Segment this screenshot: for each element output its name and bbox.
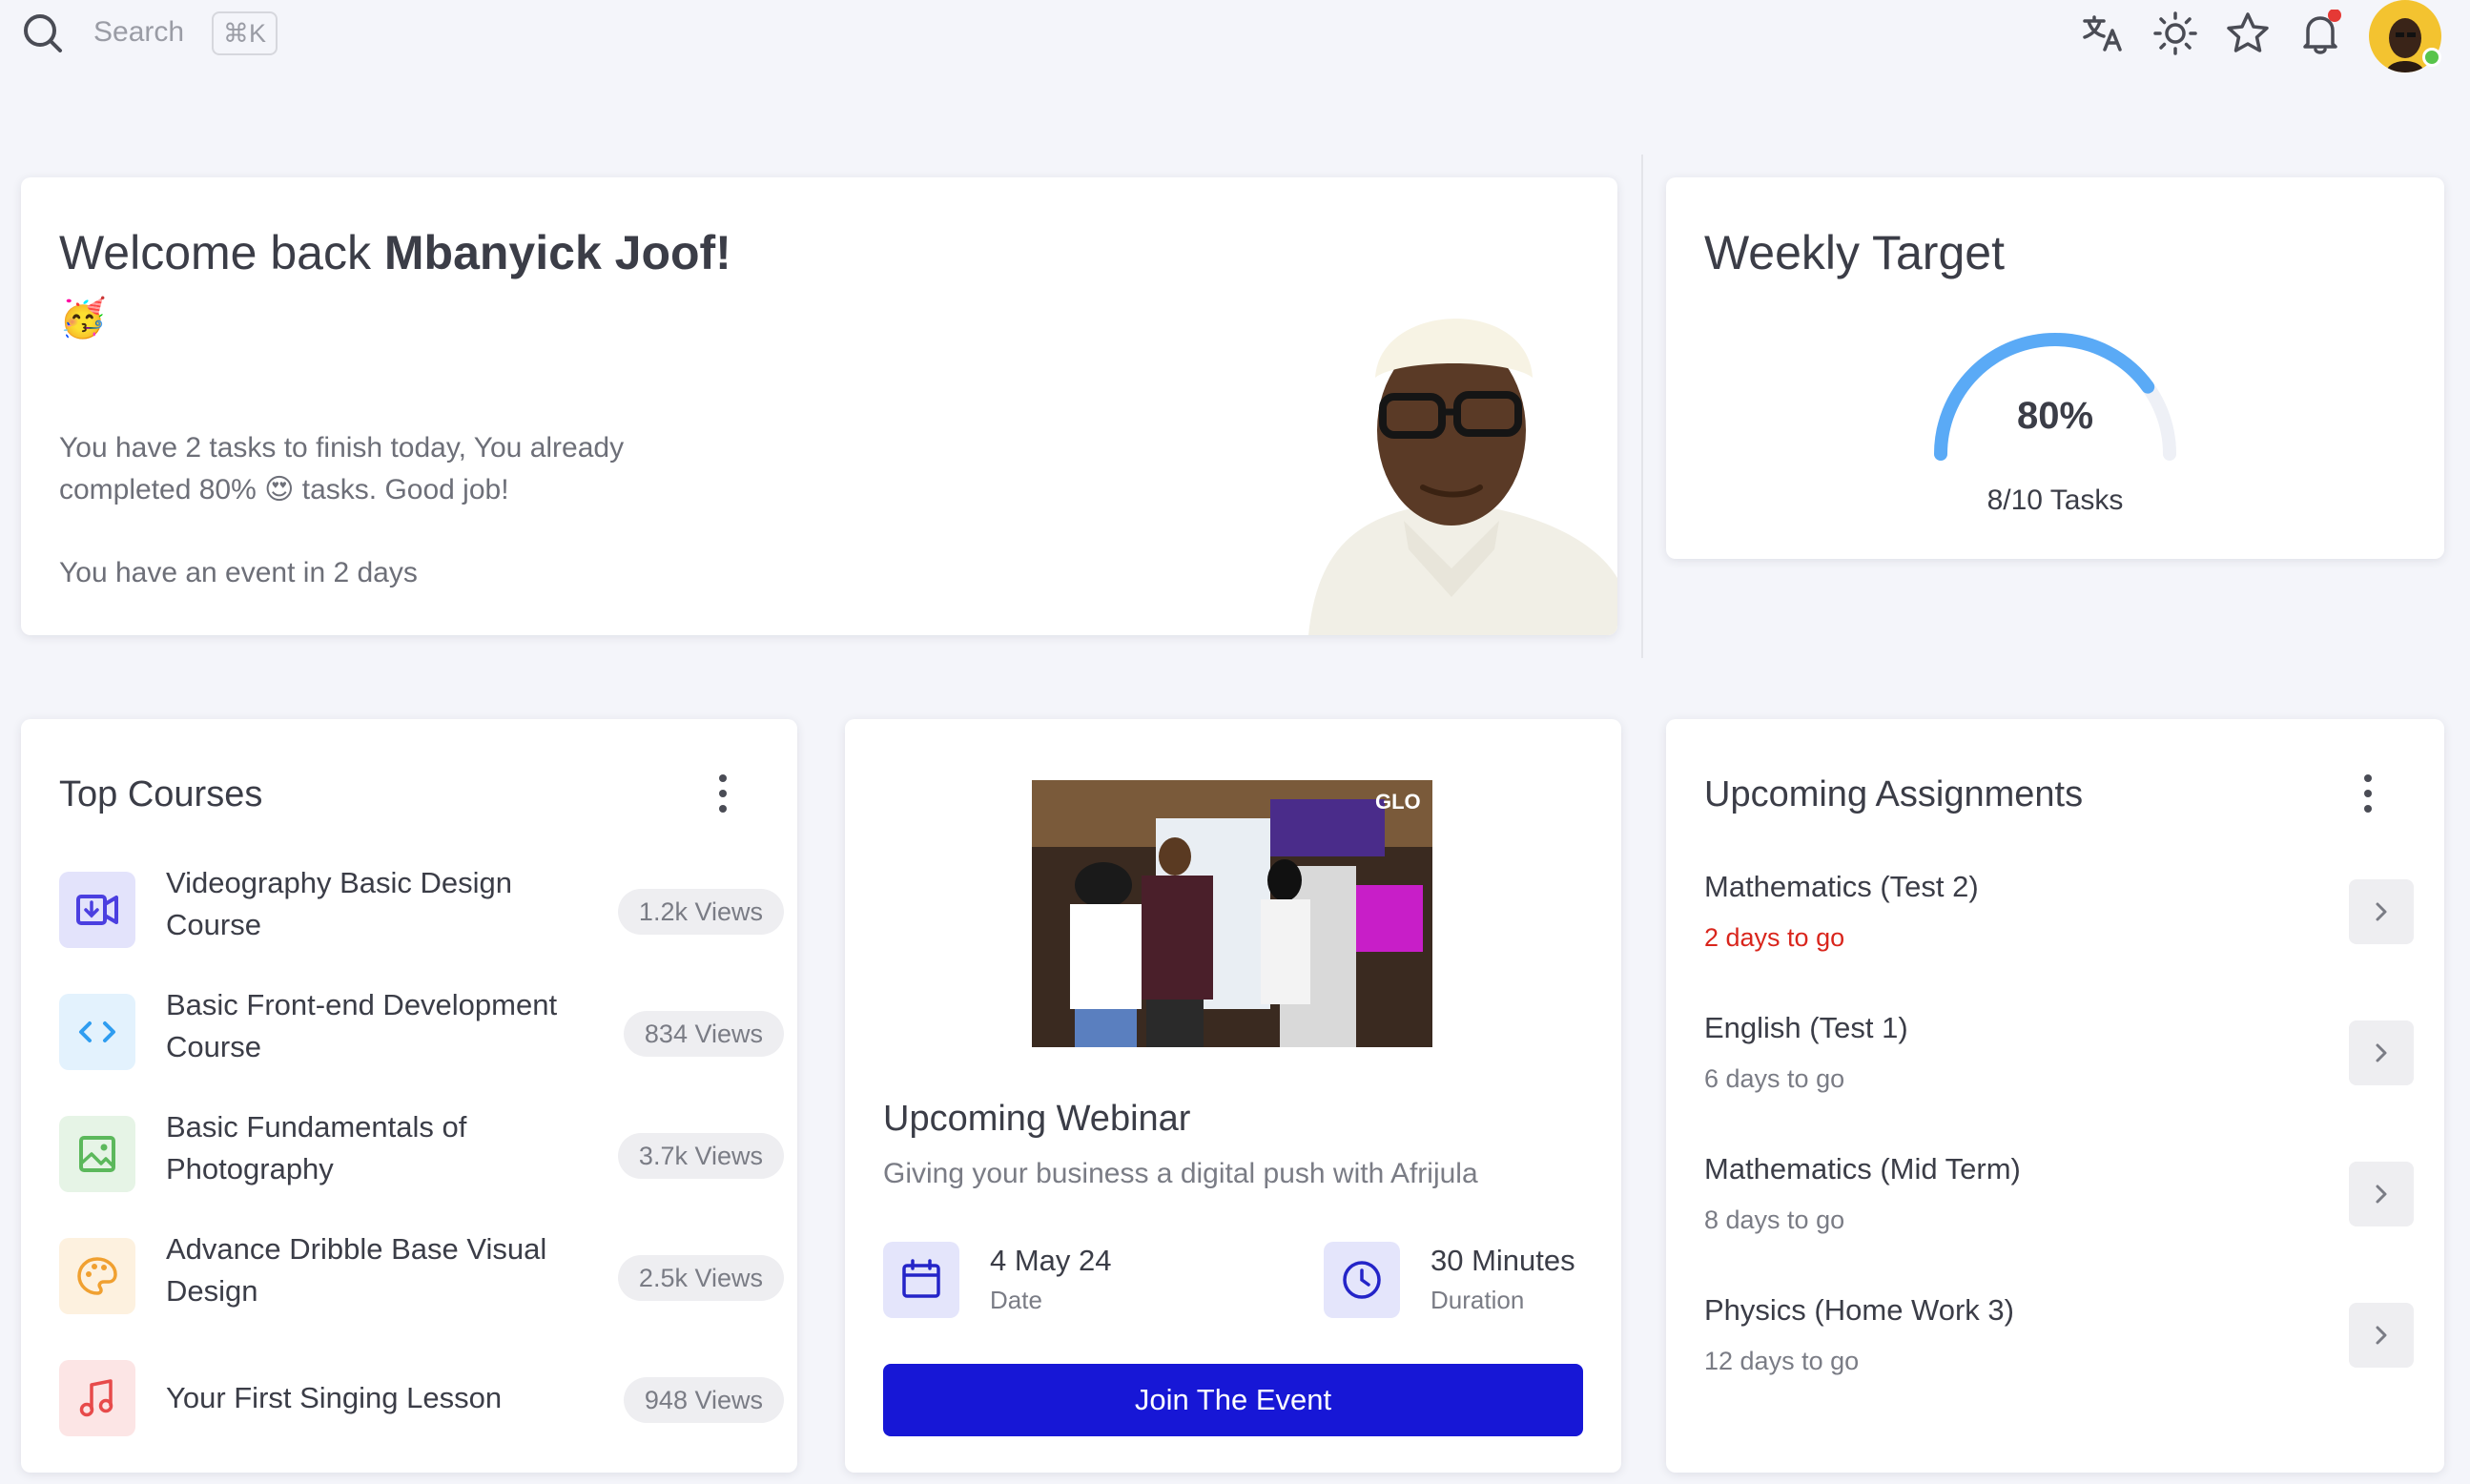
views-badge: 2.5k Views <box>617 1255 784 1301</box>
greeting-text: Welcome back <box>59 226 371 279</box>
date-label: Date <box>990 1286 1042 1314</box>
sun-icon[interactable] <box>2151 10 2199 57</box>
more-options-icon[interactable] <box>713 771 732 816</box>
upcoming-webinar-card: GLO Upcoming Webinar Giving your busines… <box>845 719 1621 1473</box>
top-courses-card: Top Courses Videography Basic Design Cou… <box>21 719 797 1473</box>
weekly-target-title: Weekly Target <box>1704 226 2005 279</box>
course-name: Advance Dribble Base Visual Design <box>166 1232 547 1308</box>
chevron-right-icon <box>2376 1185 2387 1204</box>
banner-text: GLO <box>1375 790 1421 814</box>
music-icon <box>59 1360 135 1436</box>
course-item[interactable]: Basic Fundamentals of Photography 3.7k V… <box>59 1106 784 1202</box>
duration-label: Duration <box>1431 1286 1525 1314</box>
course-name: Basic Front-end Development Course <box>166 988 558 1063</box>
views-badge: 948 Views <box>623 1377 784 1423</box>
assignment-due: 2 days to go <box>1704 923 1845 952</box>
welcome-card: Welcome back Mbanyick Joof! 🥳 You have 2… <box>21 177 1617 635</box>
online-status-dot <box>2422 48 2441 67</box>
chevron-right-icon <box>2376 1043 2387 1062</box>
weekly-target-card: Weekly Target 80% 8/10 Tasks <box>1666 177 2444 559</box>
course-name: Videography Basic Design Course <box>166 866 513 941</box>
upcoming-assignments-card: Upcoming Assignments Mathematics (Test 2… <box>1666 719 2444 1473</box>
assignment-name: Physics (Home Work 3) <box>1704 1293 2014 1327</box>
assignment-open-button[interactable] <box>2349 1162 2414 1226</box>
chevron-right-icon <box>2376 902 2387 921</box>
assignment-name: Mathematics (Test 2) <box>1704 870 1979 903</box>
webinar-duration: 30 Minutes <box>1431 1244 1575 1277</box>
section-divider <box>1641 155 1643 658</box>
translate-icon[interactable] <box>2079 10 2127 57</box>
assignment-due: 8 days to go <box>1704 1206 1845 1234</box>
more-options-icon[interactable] <box>2358 771 2377 816</box>
assignment-item: Mathematics (Test 2) 2 days to go <box>1704 870 2414 984</box>
assignment-open-button[interactable] <box>2349 1303 2414 1368</box>
star-icon[interactable] <box>2224 10 2272 57</box>
course-name: Basic Fundamentals of Photography <box>166 1110 467 1185</box>
bell-icon[interactable] <box>2296 10 2344 57</box>
search-icon[interactable] <box>19 10 65 55</box>
chevron-right-icon <box>2376 1326 2387 1345</box>
party-emoji: 🥳 <box>59 298 107 340</box>
search-input[interactable]: Search <box>93 16 184 49</box>
top-bar: Search ⌘K <box>0 0 2470 72</box>
tasks-message: You have 2 tasks to finish today, You al… <box>59 432 625 505</box>
assignment-item: Mathematics (Mid Term) 8 days to go <box>1704 1152 2414 1267</box>
views-badge: 3.7k Views <box>617 1133 784 1179</box>
event-message: You have an event in 2 days <box>59 557 418 588</box>
assignment-item: Physics (Home Work 3) 12 days to go <box>1704 1293 2414 1408</box>
search-shortcut-badge: ⌘K <box>212 11 278 55</box>
course-name: Your First Singing Lesson <box>166 1381 503 1414</box>
assignment-due: 12 days to go <box>1704 1347 1860 1375</box>
calendar-icon <box>883 1242 959 1318</box>
clock-icon <box>1324 1242 1400 1318</box>
welcome-heading: Welcome back Mbanyick Joof! <box>59 225 731 280</box>
assignment-item: English (Test 1) 6 days to go <box>1704 1011 2414 1125</box>
webinar-title: Upcoming Webinar <box>883 1099 1191 1139</box>
assignment-open-button[interactable] <box>2349 1020 2414 1085</box>
target-percent: 80% <box>2016 395 2094 437</box>
target-progress-gauge <box>1934 333 2176 461</box>
course-item[interactable]: Your First Singing Lesson 948 Views <box>59 1350 784 1446</box>
views-badge: 834 Views <box>623 1011 784 1057</box>
webinar-event-photo: GLO <box>1032 780 1432 1047</box>
course-item[interactable]: Advance Dribble Base Visual Design 2.5k … <box>59 1228 784 1324</box>
target-tasks-count: 8/10 Tasks <box>1986 484 2124 516</box>
user-portrait-image <box>1289 254 1617 635</box>
join-event-button[interactable]: Join The Event <box>883 1364 1583 1436</box>
top-courses-title: Top Courses <box>59 774 263 814</box>
palette-icon <box>59 1238 135 1314</box>
assignment-name: Mathematics (Mid Term) <box>1704 1152 2021 1185</box>
image-icon <box>59 1116 135 1192</box>
assignment-due: 6 days to go <box>1704 1064 1845 1093</box>
course-item[interactable]: Basic Front-end Development Course 834 V… <box>59 984 784 1080</box>
video-icon <box>59 872 135 948</box>
assignment-open-button[interactable] <box>2349 879 2414 944</box>
heart-eyes-emoji: 😍 <box>264 474 295 505</box>
webinar-subtitle: Giving your business a digital push with… <box>883 1158 1478 1189</box>
user-name: Mbanyick Joof! <box>383 226 731 279</box>
views-badge: 1.2k Views <box>617 889 784 935</box>
assignment-name: English (Test 1) <box>1704 1011 1908 1044</box>
webinar-date: 4 May 24 <box>990 1244 1112 1277</box>
code-icon <box>59 994 135 1070</box>
assignments-title: Upcoming Assignments <box>1704 774 2084 814</box>
course-item[interactable]: Videography Basic Design Course 1.2k Vie… <box>59 862 784 958</box>
